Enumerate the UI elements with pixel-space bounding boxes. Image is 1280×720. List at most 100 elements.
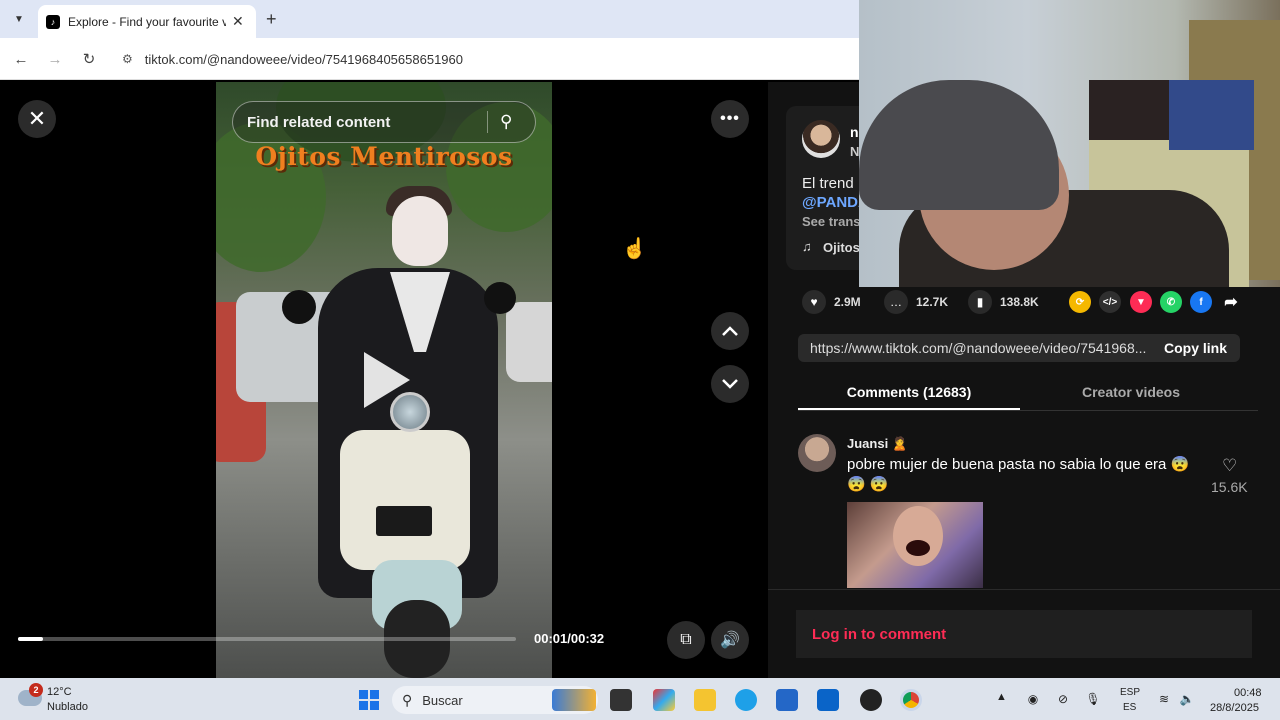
search-icon[interactable]: ⚲ xyxy=(500,112,512,132)
microsoft-store-icon[interactable] xyxy=(776,689,798,711)
weather-temperature[interactable]: 12°C xyxy=(47,686,72,698)
gif-face xyxy=(893,506,943,566)
login-to-comment-link[interactable]: Log in to comment xyxy=(812,626,946,643)
share-link-text[interactable]: https://www.tiktok.com/@nandoweee/video/… xyxy=(810,340,1152,356)
browser-tab[interactable]: ♪ Explore - Find your favourite vi ✕ xyxy=(38,5,256,38)
share-link-box: https://www.tiktok.com/@nandoweee/video/… xyxy=(798,334,1240,362)
chevron-down-icon xyxy=(722,379,738,389)
clock-time[interactable]: 00:48 xyxy=(1234,687,1262,699)
outlook-icon[interactable] xyxy=(817,689,839,711)
embed-code-icon[interactable]: </> xyxy=(1099,291,1121,313)
address-bar[interactable]: ⚙ tiktok.com/@nandoweee/video/7541968405… xyxy=(112,45,872,73)
search-icon: ⚲ xyxy=(402,691,413,708)
copilot-icon[interactable] xyxy=(653,689,675,711)
author-nickname: N xyxy=(850,144,860,159)
taskbar-search-placeholder: Buscar xyxy=(422,692,463,708)
edge-browser-icon[interactable] xyxy=(735,689,757,711)
app-icon[interactable] xyxy=(860,689,882,711)
tray-sync-icon[interactable]: ⊘ xyxy=(1056,692,1070,706)
scooter-mirror-left xyxy=(282,290,316,324)
chrome-icon[interactable] xyxy=(900,689,922,711)
save-count: 138.8K xyxy=(1000,295,1039,309)
comment-username[interactable]: Juansi 🙎 xyxy=(847,436,908,452)
site-info-icon[interactable]: ⚙ xyxy=(122,52,133,66)
weather-condition[interactable]: Nublado xyxy=(47,701,88,713)
share-arrow-icon[interactable]: ➦ xyxy=(1220,291,1242,313)
video-title-overlay: Ojitos Mentirosos xyxy=(255,142,513,171)
microphone-icon[interactable]: 🎙 xyxy=(1085,692,1100,706)
scooter-plate xyxy=(376,506,432,536)
whatsapp-icon[interactable]: ✆ xyxy=(1160,291,1182,313)
picture-in-picture-button[interactable]: ⧉ xyxy=(667,621,705,659)
tray-app-icon[interactable]: ◉ xyxy=(1026,692,1040,706)
close-video-button[interactable]: ✕ xyxy=(18,100,56,138)
close-icon: ✕ xyxy=(27,106,47,131)
tab-close-icon[interactable]: ✕ xyxy=(232,13,244,30)
previous-video-button[interactable] xyxy=(711,312,749,350)
send-icon[interactable]: ▼ xyxy=(1130,291,1152,313)
file-explorer-icon[interactable] xyxy=(694,689,716,711)
scooter-mirror-right xyxy=(484,282,516,314)
comment-count: 12.7K xyxy=(916,295,949,309)
tab-comments[interactable]: Comments (12683) xyxy=(798,384,1020,400)
related-search-input[interactable]: Find related content ⚲ xyxy=(232,101,536,143)
webcam-overlay xyxy=(859,0,1280,287)
url-text[interactable]: tiktok.com/@nandoweee/video/754196840565… xyxy=(145,52,463,67)
speaker-icon[interactable]: 🔈 xyxy=(1180,692,1195,706)
description-text: El trend xyxy=(802,175,854,192)
tab-title: Explore - Find your favourite vi xyxy=(68,14,226,29)
music-title[interactable]: Ojitos xyxy=(823,240,860,255)
footer-divider xyxy=(768,589,1280,590)
wifi-icon[interactable]: ≋ xyxy=(1157,692,1171,706)
hand-cursor-icon: ☝ xyxy=(622,238,647,260)
video-progress-track[interactable] xyxy=(18,637,516,641)
author-avatar[interactable] xyxy=(802,120,840,158)
gif-mouth xyxy=(906,540,930,556)
tab-search-chevron-icon[interactable]: ▼ xyxy=(8,8,30,30)
play-icon[interactable] xyxy=(364,352,410,408)
music-note-icon: ♫ xyxy=(802,239,812,254)
forward-arrow-icon[interactable]: → xyxy=(44,48,66,70)
video-time: 00:01/00:32 xyxy=(534,631,605,646)
keyboard-layout[interactable]: ES xyxy=(1123,702,1136,713)
new-tab-plus-icon[interactable]: + xyxy=(266,9,277,30)
save-action[interactable]: ▮ 138.8K xyxy=(968,290,1039,314)
clock-date[interactable]: 28/8/2025 xyxy=(1210,702,1259,714)
copy-link-button[interactable]: Copy link xyxy=(1164,340,1227,356)
tabs-divider xyxy=(798,410,1258,411)
facebook-icon[interactable]: f xyxy=(1190,291,1212,313)
like-action[interactable]: ♥ 2.9M xyxy=(802,290,861,314)
volume-icon: 🔊 xyxy=(720,632,740,649)
windows-start-icon[interactable] xyxy=(359,690,379,710)
input-language[interactable]: ESP xyxy=(1120,687,1140,698)
search-divider xyxy=(487,111,488,133)
more-options-button[interactable]: ••• xyxy=(711,100,749,138)
next-video-button[interactable] xyxy=(711,365,749,403)
login-to-comment-box[interactable]: Log in to comment xyxy=(796,610,1252,658)
scooter-basket xyxy=(340,430,470,570)
tray-chevron-up-icon[interactable]: ▲ xyxy=(996,691,1007,703)
like-count: 2.9M xyxy=(834,295,861,309)
tab-active-underline xyxy=(798,408,1020,410)
comment-text: pobre mujer de buena pasta no sabia lo q… xyxy=(847,456,1190,493)
weather-notification-badge: 2 xyxy=(29,683,43,697)
tab-creator-videos[interactable]: Creator videos xyxy=(1020,384,1242,400)
heart-icon: ♥ xyxy=(802,290,826,314)
comment-action[interactable]: … 12.7K xyxy=(884,290,948,314)
comment-bubble-icon: … xyxy=(884,290,908,314)
bookmark-icon: ▮ xyxy=(968,290,992,314)
back-arrow-icon[interactable]: ← xyxy=(10,48,32,70)
volume-button[interactable]: 🔊 xyxy=(711,621,749,659)
see-translation-link[interactable]: See trans xyxy=(802,214,861,229)
task-view-icon[interactable] xyxy=(610,689,632,711)
comment-avatar[interactable] xyxy=(798,434,836,472)
video-progress-fill[interactable] xyxy=(18,637,43,641)
reload-icon[interactable]: ↻ xyxy=(78,48,100,70)
tiktok-favicon-icon: ♪ xyxy=(46,14,60,29)
repost-icon[interactable]: ⟳ xyxy=(1069,291,1091,313)
author-name[interactable]: n xyxy=(850,124,859,140)
comment-heart-icon[interactable]: ♡ xyxy=(1222,456,1237,476)
more-dots-icon: ••• xyxy=(720,110,740,127)
pip-icon: ⧉ xyxy=(680,631,692,648)
search-highlight-icon[interactable] xyxy=(552,689,596,711)
